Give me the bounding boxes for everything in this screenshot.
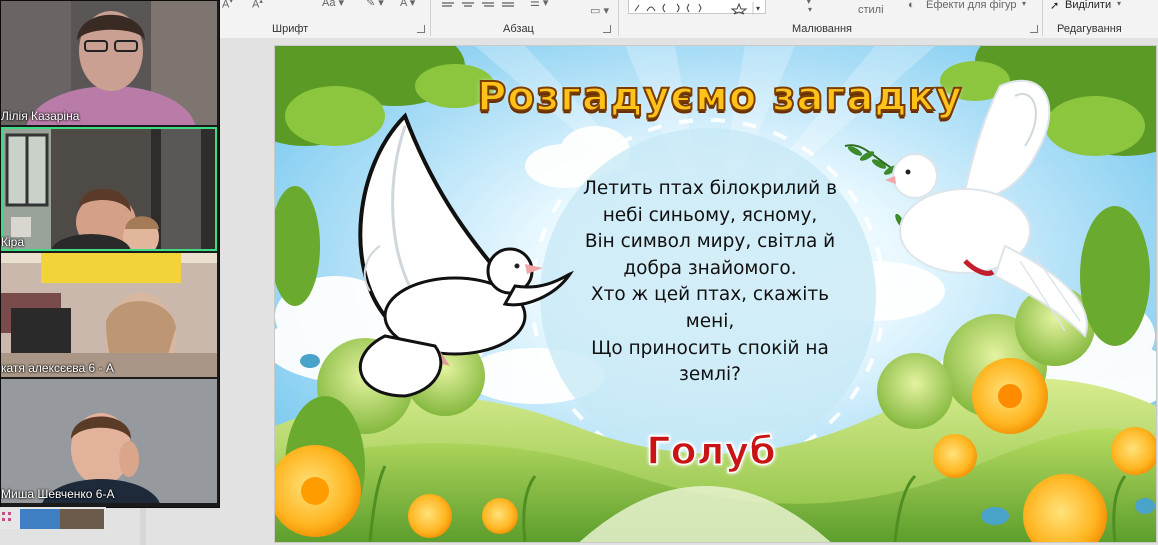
video-call-panel: Лілія Казаріна Кіра катя алексєєва 6 - А… <box>0 0 220 508</box>
convert-smartart-icon[interactable]: ▭ ▾ <box>590 4 609 17</box>
slide-thumbnail-partial[interactable] <box>0 507 106 529</box>
riddle-answer: Голуб <box>646 428 777 474</box>
participant-tile[interactable]: Миша Шевченко 6-А <box>1 379 217 503</box>
ribbon-separator <box>618 0 619 36</box>
ribbon-group-drawing: Малювання <box>792 23 853 35</box>
ribbon-separator <box>430 0 431 36</box>
riddle-line: небі синьому, ясному, <box>602 204 818 226</box>
font-size-decrease-icon[interactable]: A▾ <box>222 0 233 11</box>
riddle-line: добра знайомого. <box>623 257 797 279</box>
riddle-line: землі? <box>679 364 741 386</box>
quick-styles-arrow-icon[interactable]: ▾ <box>808 5 812 14</box>
riddle-line: Він символ миру, світла й <box>584 231 836 253</box>
ribbon-group-paragraph: Абзац <box>503 23 534 35</box>
slide-title: Розгадуємо загадку <box>476 73 963 121</box>
highlight-color-icon[interactable]: ✎ ▾ <box>366 0 384 9</box>
cursor-icon[interactable]: ➚ <box>1050 0 1059 12</box>
drawing-launcher-icon[interactable] <box>1030 25 1038 33</box>
participant-name: Кіра <box>1 235 25 249</box>
riddle-line: мені, <box>685 310 735 332</box>
ribbon-separator <box>1042 0 1043 36</box>
riddle-line: Летить птах білокрилий в <box>583 178 837 199</box>
participant-video <box>1 253 217 377</box>
paragraph-launcher-icon[interactable] <box>603 25 611 33</box>
participant-tile-active[interactable]: Кіра <box>1 127 217 251</box>
font-size-increase-icon[interactable]: A▴ <box>252 0 263 11</box>
font-launcher-icon[interactable] <box>417 25 425 33</box>
select-button[interactable]: Виділити <box>1065 0 1111 11</box>
slide-canvas[interactable]: Розгадуємо загадку Летить птах білокрили… <box>274 45 1157 543</box>
shape-effects-icon[interactable]: ◐ <box>908 0 915 11</box>
svg-text:▾: ▾ <box>756 4 760 13</box>
line-spacing-icon[interactable]: ☰ ▾ <box>530 0 548 9</box>
participant-tile[interactable]: катя алексєєва 6 - А <box>1 253 217 377</box>
riddle-line: Хто ж цей птах, скажіть <box>590 284 830 306</box>
participant-tile[interactable]: Лілія Казаріна <box>1 1 217 125</box>
participant-name: Миша Шевченко 6-А <box>1 487 115 501</box>
participant-video <box>1 1 217 125</box>
riddle-text: Летить птах білокрилий в небі синьому, я… <box>559 176 861 389</box>
participant-name: катя алексєєва 6 - А <box>1 361 114 375</box>
select-arrow-icon[interactable]: ▾ <box>1117 0 1121 8</box>
shapes-gallery[interactable]: ▾ <box>628 0 766 15</box>
ribbon-group-font: Шрифт <box>272 23 309 35</box>
ribbon-group-editing: Редагування <box>1057 23 1122 35</box>
font-color-icon[interactable]: A ▾ <box>400 0 415 9</box>
shape-effects-button[interactable]: Ефекти для фігур <box>926 0 1017 11</box>
participant-video <box>1 127 217 251</box>
shape-effects-arrow-icon[interactable]: ▾ <box>1022 0 1026 8</box>
font-aa-icon[interactable]: Aa ▾ <box>322 0 344 9</box>
riddle-line: Що приносить спокій на <box>591 337 829 359</box>
participant-name: Лілія Казаріна <box>1 109 80 123</box>
participant-video <box>1 379 217 503</box>
align-buttons-icon[interactable] <box>440 1 520 9</box>
quick-styles-button[interactable]: стилі <box>858 4 884 16</box>
